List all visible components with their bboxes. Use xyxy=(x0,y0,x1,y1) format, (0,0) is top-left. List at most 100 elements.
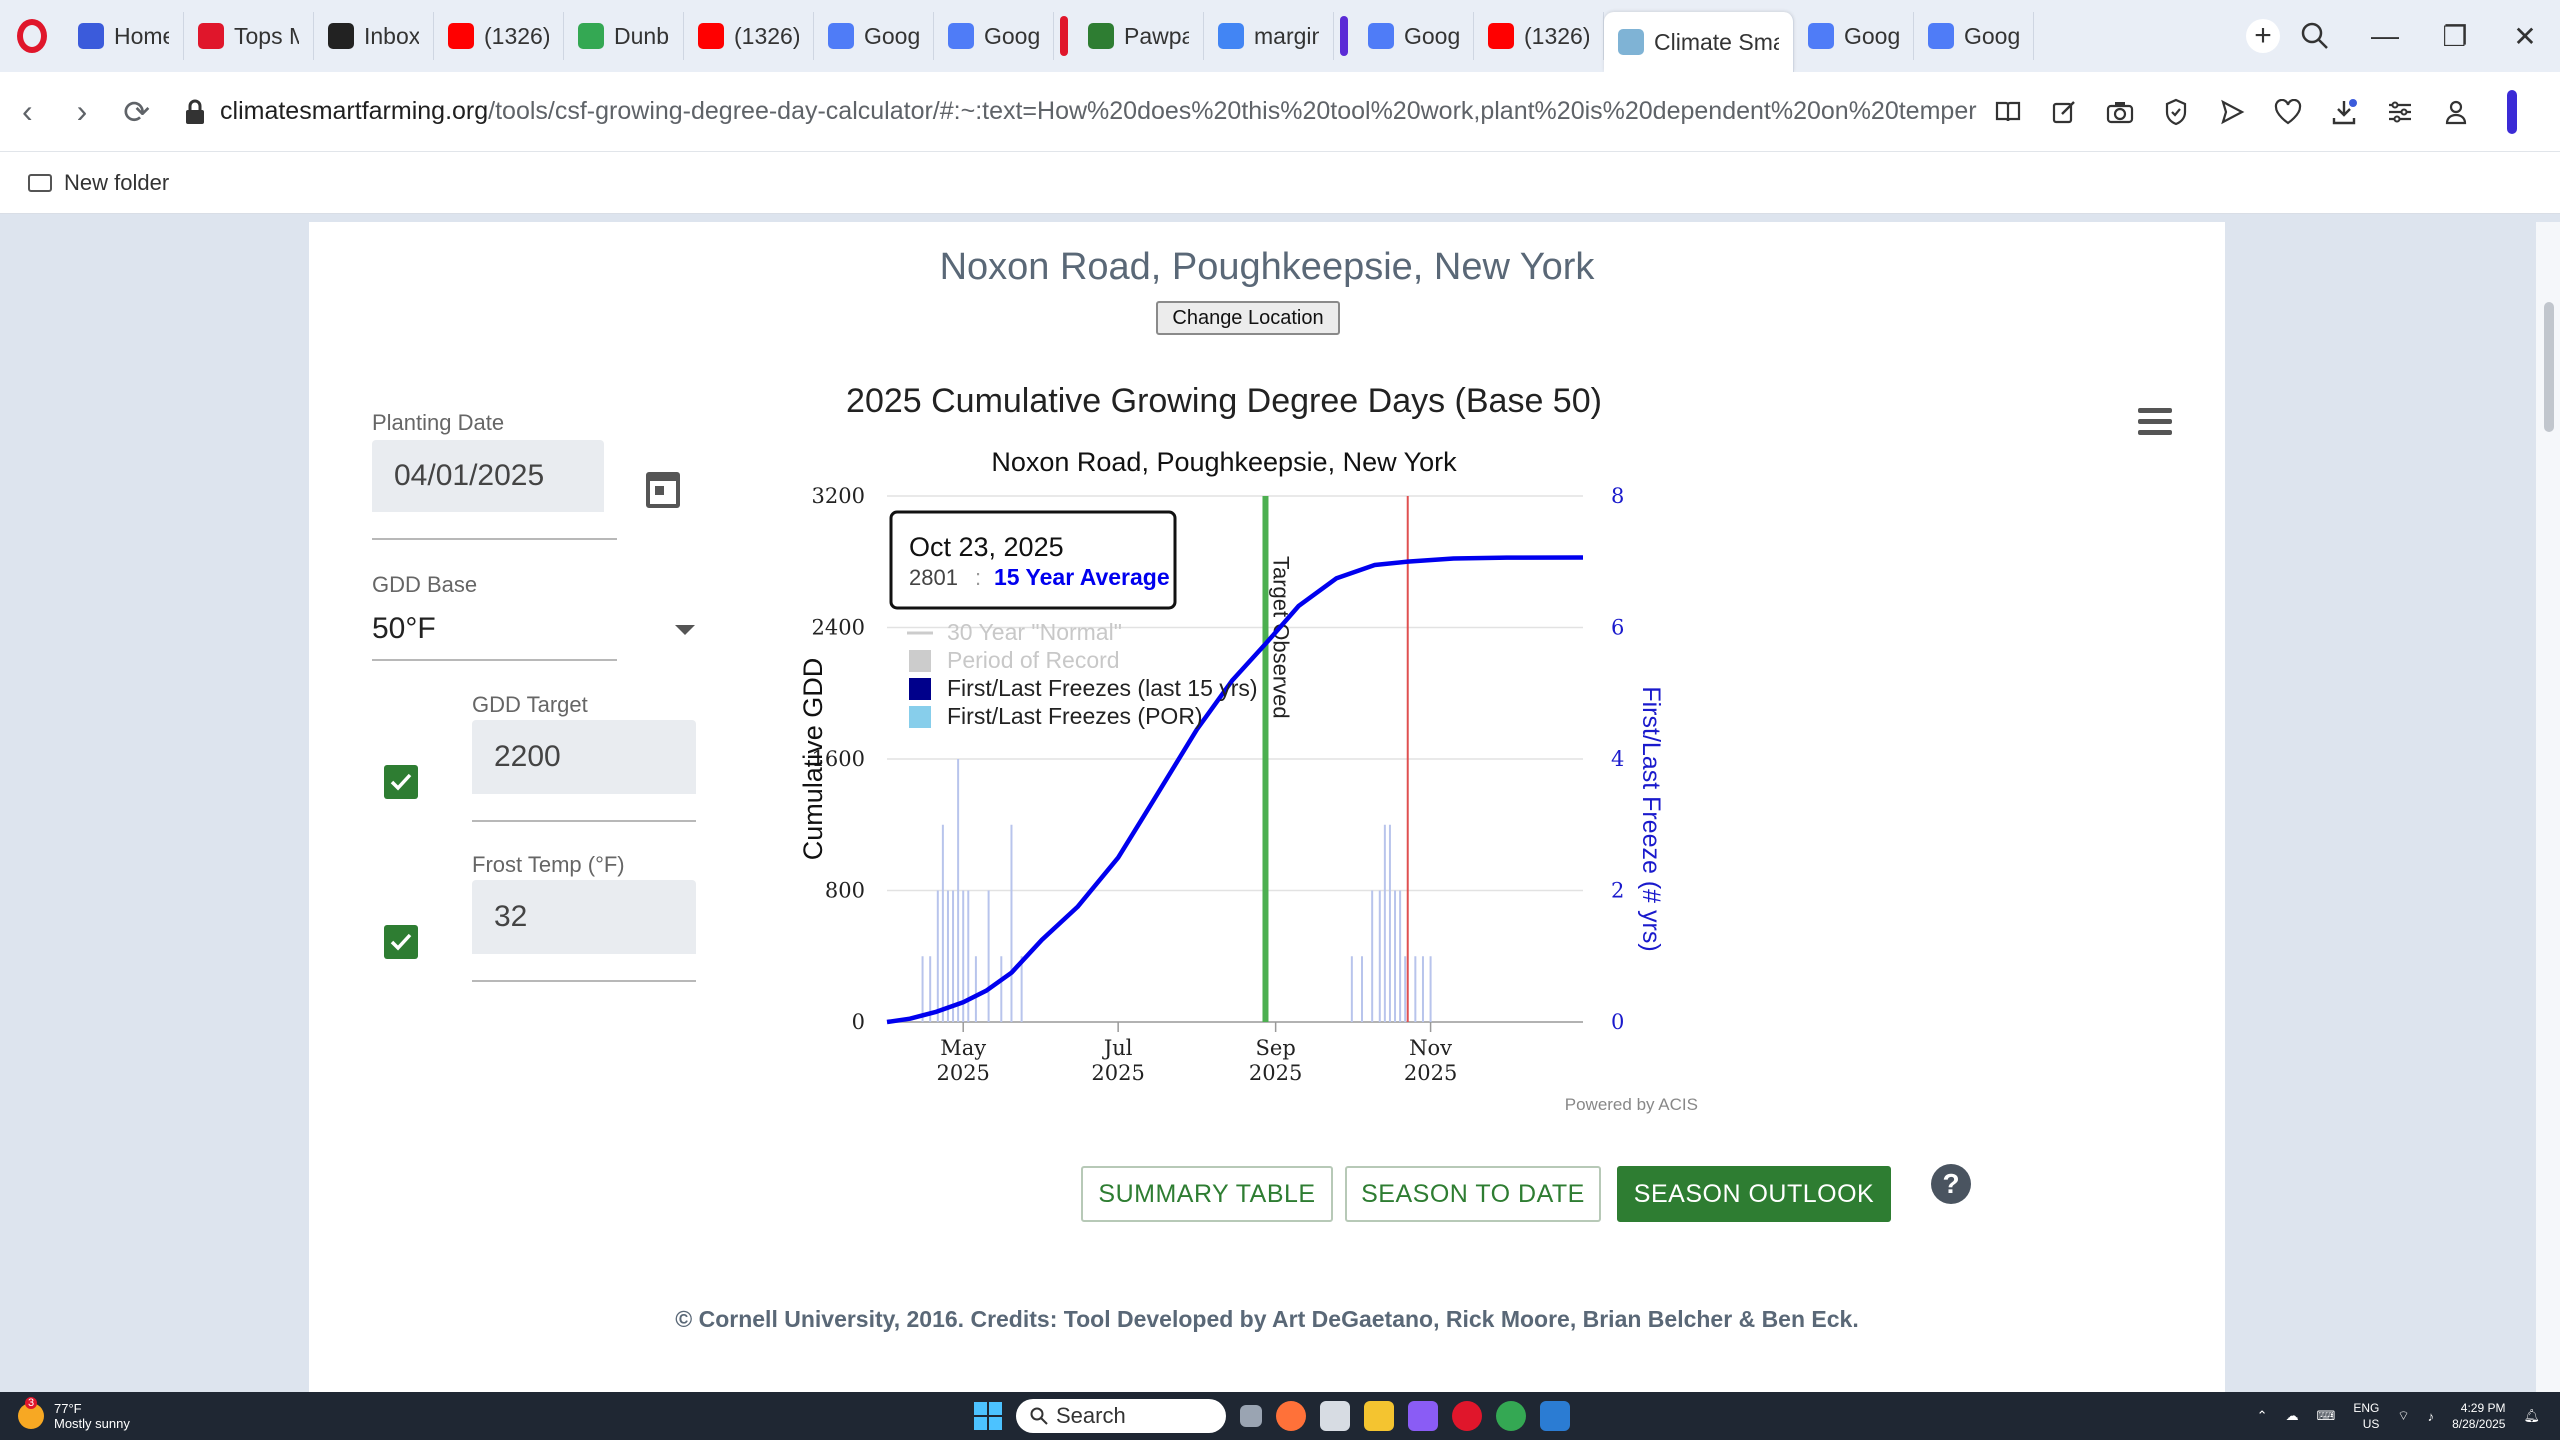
url-host: climatesmartfarming.org xyxy=(220,97,489,125)
climate-smart-icon xyxy=(1618,29,1644,55)
legend-square-marker xyxy=(909,678,931,700)
close-window-button[interactable]: ✕ xyxy=(2490,0,2560,72)
reload-button[interactable]: ⟳ xyxy=(109,72,164,152)
edit-icon[interactable] xyxy=(2036,84,2092,140)
browser-tab-label: Climate Smart xyxy=(1654,28,1779,55)
inbox-icon xyxy=(328,23,354,49)
browser-tab-label: (1326) V xyxy=(1524,22,1589,49)
task-view-icon[interactable] xyxy=(1240,1405,1262,1427)
browser-tab[interactable]: Google xyxy=(814,12,934,60)
gemini-icon xyxy=(948,23,974,49)
home-icon xyxy=(78,23,104,49)
calendar-icon[interactable] xyxy=(646,472,680,508)
browser-tab[interactable]: Inbox (3 xyxy=(314,12,434,60)
season-to-date-button[interactable]: SEASON TO DATE xyxy=(1345,1166,1601,1222)
tab-bar: Home Tops M Inbox (3 (1326) ( Dunbar (1326) U… xyxy=(0,0,2560,72)
browser-tab[interactable]: Home xyxy=(64,12,184,60)
help-icon[interactable]: ? xyxy=(1931,1164,1971,1204)
tab-group-indicator[interactable] xyxy=(1340,16,1348,56)
minimize-button[interactable]: — xyxy=(2350,0,2420,72)
search-tabs-icon[interactable] xyxy=(2280,0,2350,72)
profile-icon[interactable] xyxy=(2428,84,2484,140)
download-icon[interactable] xyxy=(2316,84,2372,140)
browser-tab[interactable]: Google xyxy=(934,12,1054,60)
chrome-icon[interactable] xyxy=(1496,1401,1526,1431)
folder-icon xyxy=(28,173,52,192)
browser-tab-label: Home xyxy=(114,22,169,49)
browser-tab[interactable]: Google xyxy=(1794,12,1914,60)
firefox-icon[interactable] xyxy=(1276,1401,1306,1431)
windows-start-icon[interactable] xyxy=(974,1402,1002,1430)
notifications-icon[interactable]: 🔔︎ xyxy=(2523,1408,2540,1424)
language-indicator[interactable]: ENG US xyxy=(2353,1400,2379,1432)
scrollbar-thumb[interactable] xyxy=(2544,302,2554,432)
browser-tab-label: Pawpaw xyxy=(1124,22,1189,49)
browser-tab[interactable]: Pawpaw xyxy=(1074,12,1204,60)
camera-icon[interactable] xyxy=(2092,84,2148,140)
easy-setup-icon[interactable] xyxy=(2372,84,2428,140)
file-explorer-icon[interactable] xyxy=(1364,1401,1394,1431)
bookmark-folder-new-folder[interactable]: New folder xyxy=(64,170,169,196)
browser-tab[interactable]: Dunbar xyxy=(564,12,684,60)
tree-icon xyxy=(1088,23,1114,49)
page-viewport: Noxon Road, Poughkeepsie, New York Chang… xyxy=(0,222,2560,1392)
onedrive-icon[interactable]: ☁ xyxy=(2286,1408,2299,1424)
sidebar-toggle-icon[interactable] xyxy=(2484,84,2540,140)
browser-tab[interactable]: Google xyxy=(1354,12,1474,60)
new-tab-button[interactable]: + xyxy=(2246,19,2280,53)
x-tick-year: 2025 xyxy=(936,1061,989,1085)
opera-logo-icon[interactable] xyxy=(0,0,64,72)
change-location-button[interactable]: Change Location xyxy=(1156,301,1340,335)
wifi-icon[interactable]: ⌔ xyxy=(2397,1408,2409,1424)
url-text[interactable]: climatesmartfarming.org/tools/csf-growin… xyxy=(220,97,1980,126)
browser-tab[interactable]: (1326) V xyxy=(1474,12,1604,60)
taskbar-search[interactable]: Search xyxy=(1016,1399,1226,1433)
send-icon[interactable] xyxy=(2204,84,2260,140)
shield-icon[interactable] xyxy=(2148,84,2204,140)
opera-taskbar-icon[interactable] xyxy=(1452,1401,1482,1431)
gdd-target-input[interactable]: 2200 xyxy=(472,720,696,794)
youtube-icon xyxy=(698,23,724,49)
browser-tab[interactable]: Climate Smart xyxy=(1604,12,1794,72)
youtube-icon xyxy=(448,23,474,49)
footer-credits: © Cornell University, 2016. Credits: Too… xyxy=(675,1306,1859,1332)
gdd-base-select[interactable]: 50°F xyxy=(372,612,436,646)
forward-button[interactable]: › xyxy=(55,72,110,152)
season-outlook-button[interactable]: SEASON OUTLOOK xyxy=(1617,1166,1891,1222)
x-tick-year: 2025 xyxy=(1404,1061,1457,1085)
tab-group-indicator[interactable] xyxy=(1060,16,1068,56)
chevron-down-icon[interactable] xyxy=(675,625,695,635)
browser-tab[interactable]: (1326) U xyxy=(684,12,814,60)
clock-date: 8/28/2025 xyxy=(2452,1417,2506,1431)
calculator-icon[interactable] xyxy=(1320,1401,1350,1431)
page-scrollbar[interactable] xyxy=(2536,222,2560,1392)
app-icon[interactable] xyxy=(1540,1401,1570,1431)
frost-temp-checkbox[interactable] xyxy=(384,925,418,959)
browser-tab[interactable]: Google xyxy=(1914,12,2034,60)
browser-tab-label: (1326) ( xyxy=(484,22,549,49)
copilot-icon[interactable] xyxy=(1408,1401,1438,1431)
heart-icon[interactable] xyxy=(2260,84,2316,140)
gdd-base-label: GDD Base xyxy=(372,572,478,597)
x-tick-year: 2025 xyxy=(1091,1061,1144,1085)
weather-badge: 3 xyxy=(25,1397,38,1409)
browser-tab[interactable]: (1326) ( xyxy=(434,12,564,60)
weather-widget[interactable]: 3 77°F Mostly sunny xyxy=(0,1397,300,1431)
keyboard-icon[interactable]: ⌨ xyxy=(2317,1408,2336,1424)
restore-button[interactable]: ❐ xyxy=(2420,0,2490,72)
browser-tab[interactable]: Tops M xyxy=(184,12,314,60)
y-tick-label: 2400 xyxy=(812,616,865,640)
gdd-target-checkbox[interactable] xyxy=(384,765,418,799)
reader-mode-icon[interactable] xyxy=(1980,84,2036,140)
frost-temp-input[interactable]: 32 xyxy=(472,880,696,954)
chevron-up-icon[interactable]: ⌃ xyxy=(2257,1408,2268,1424)
gdd-base-underline xyxy=(372,659,617,661)
planting-date-input[interactable]: 04/01/2025 xyxy=(372,440,604,512)
speaker-icon[interactable]: ♪ xyxy=(2428,1409,2435,1424)
browser-tab[interactable]: margina xyxy=(1204,12,1334,60)
search-icon xyxy=(1030,1407,1048,1425)
url-field[interactable]: climatesmartfarming.org/tools/csf-growin… xyxy=(164,84,1980,140)
summary-table-button[interactable]: SUMMARY TABLE xyxy=(1081,1166,1333,1222)
clock[interactable]: 4:29 PM 8/28/2025 xyxy=(2452,1400,2505,1432)
back-button[interactable]: ‹ xyxy=(0,72,55,152)
